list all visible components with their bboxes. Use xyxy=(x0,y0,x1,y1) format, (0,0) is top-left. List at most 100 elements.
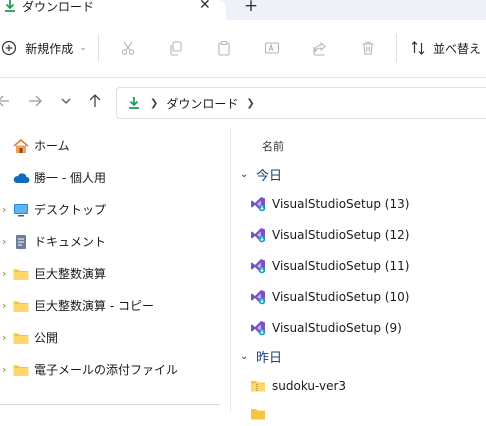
sidebar-item-label: 電子メールの添付ファイル xyxy=(34,363,179,377)
home-icon xyxy=(12,138,30,154)
list-item[interactable]: VisualStudioSetup (12) xyxy=(248,223,486,247)
cut-icon xyxy=(121,41,135,55)
file-list: 名前 ⌄ 今日 VisualStudioSetup (13) VisualStu… xyxy=(232,128,486,420)
breadcrumb-chevron-icon[interactable]: ❯ xyxy=(246,98,254,109)
visual-studio-installer-icon xyxy=(251,228,266,243)
list-item[interactable]: VisualStudioSetup (11) xyxy=(248,254,486,278)
sort-icon xyxy=(411,41,425,55)
copy-button[interactable] xyxy=(164,20,188,76)
chevron-right-icon[interactable]: › xyxy=(2,226,12,258)
sidebar-item-folder[interactable]: › 電子メールの添付ファイル xyxy=(0,354,228,386)
document-icon xyxy=(12,234,30,250)
download-icon xyxy=(126,95,142,111)
up-button[interactable] xyxy=(88,94,102,112)
list-item[interactable]: VisualStudioSetup (10) xyxy=(248,285,486,309)
sort-label: 並べ替え xyxy=(433,41,482,56)
sidebar-item-documents[interactable]: › ドキュメント xyxy=(0,226,228,258)
chevron-down-icon xyxy=(61,98,71,104)
group-header-today[interactable]: ⌄ 今日 xyxy=(240,163,282,185)
sidebar-item-label: ホーム xyxy=(34,139,70,153)
sidebar-item-home[interactable]: ホーム xyxy=(0,130,228,162)
chevron-down-icon: ⌄ xyxy=(240,350,249,362)
group-label: 今日 xyxy=(256,168,283,184)
address-bar[interactable]: ❯ ダウンロード ❯ xyxy=(116,87,486,119)
paste-button[interactable] xyxy=(212,20,236,76)
sidebar-item-folder[interactable]: › 巨大整数演算 xyxy=(0,258,228,290)
list-item[interactable]: VisualStudioSetup (9) xyxy=(248,316,486,340)
rename-icon xyxy=(264,42,280,54)
sidebar-item-label: 巨大整数演算 - コピー xyxy=(34,299,154,313)
folder-icon xyxy=(12,362,30,378)
cut-button[interactable] xyxy=(116,20,140,76)
chevron-down-icon: ⌄ xyxy=(240,168,249,180)
tab-close-icon[interactable]: ✕ xyxy=(199,0,211,12)
folder-icon xyxy=(12,298,30,314)
sidebar-item-folder[interactable]: › 公開 xyxy=(0,322,228,354)
tab-title: ダウンロード xyxy=(22,0,95,14)
sidebar-item-onedrive[interactable]: 勝一 - 個人用 xyxy=(0,162,228,194)
folder-icon xyxy=(12,330,30,346)
breadcrumb-chevron-icon[interactable]: ❯ xyxy=(150,98,158,109)
group-label: 昨日 xyxy=(256,350,283,366)
rename-button[interactable] xyxy=(260,20,284,76)
list-item[interactable]: VisualStudioSetup (13) xyxy=(248,192,486,216)
list-item[interactable]: sudoku-ver3 xyxy=(248,374,486,398)
tab-bar: ダウンロード ✕ + xyxy=(0,0,486,20)
pane-divider[interactable] xyxy=(230,128,231,412)
sidebar-item-label: 公開 xyxy=(34,331,59,345)
cloud-icon xyxy=(12,170,30,186)
list-item[interactable] xyxy=(248,402,486,426)
download-icon xyxy=(2,0,18,17)
toolbar-divider xyxy=(98,34,99,62)
sidebar-item-folder[interactable]: › 巨大整数演算 - コピー xyxy=(0,290,228,322)
plus-circle-icon xyxy=(2,40,17,56)
toolbar-divider xyxy=(396,34,397,62)
chevron-down-icon: ⌄ xyxy=(79,43,87,53)
trash-icon xyxy=(362,41,374,55)
copy-icon xyxy=(170,41,182,56)
chevron-right-icon[interactable]: › xyxy=(2,258,12,290)
chevron-right-icon[interactable]: › xyxy=(2,322,12,354)
sidebar-divider xyxy=(0,404,220,405)
arrow-up-icon xyxy=(89,94,101,107)
sidebar-item-label: デスクトップ xyxy=(34,203,107,217)
address-row: ❯ ダウンロード ❯ xyxy=(0,78,486,126)
chevron-right-icon[interactable]: › xyxy=(2,354,12,386)
navigation-pane: ホーム 勝一 - 個人用 › デスクトップ › ドキュメント › 巨大整数演算 … xyxy=(0,128,228,412)
arrow-right-icon xyxy=(29,95,42,107)
new-button[interactable]: 新規作成 ⌄ xyxy=(0,20,92,76)
sidebar-item-label: ドキュメント xyxy=(34,235,107,249)
visual-studio-installer-icon xyxy=(251,321,266,336)
chevron-right-icon[interactable]: › xyxy=(2,290,12,322)
sidebar-item-label: 巨大整数演算 xyxy=(34,267,107,281)
zip-folder-icon xyxy=(251,381,265,392)
sidebar-item-desktop[interactable]: › デスクトップ xyxy=(0,194,228,226)
folder-icon xyxy=(12,266,30,282)
recent-locations-button[interactable] xyxy=(60,94,72,112)
visual-studio-installer-icon xyxy=(251,197,266,212)
breadcrumb-downloads[interactable]: ダウンロード xyxy=(166,95,238,112)
delete-button[interactable] xyxy=(356,20,380,76)
visual-studio-installer-icon xyxy=(251,290,266,305)
column-header-name[interactable]: 名前 xyxy=(262,138,284,154)
back-button[interactable] xyxy=(0,94,10,112)
share-icon xyxy=(313,41,326,56)
sort-button[interactable]: 並べ替え xyxy=(410,20,486,76)
file-name: sudoku-ver3 xyxy=(272,379,347,393)
tab-downloads[interactable]: ダウンロード ✕ xyxy=(0,0,226,20)
paste-icon xyxy=(218,40,230,56)
sidebar-item-label: 勝一 - 個人用 xyxy=(34,171,106,185)
folder-icon xyxy=(251,409,265,420)
file-name: VisualStudioSetup (12) xyxy=(272,228,410,242)
command-bar: 新規作成 ⌄ 並べ替え xyxy=(0,20,486,78)
file-name: VisualStudioSetup (9) xyxy=(272,321,402,335)
new-button-label: 新規作成 xyxy=(25,41,74,56)
forward-button[interactable] xyxy=(28,94,42,112)
file-name: VisualStudioSetup (13) xyxy=(272,197,410,211)
group-header-yesterday[interactable]: ⌄ 昨日 xyxy=(240,345,282,367)
new-tab-button[interactable]: + xyxy=(240,0,262,15)
visual-studio-installer-icon xyxy=(251,259,266,274)
chevron-right-icon[interactable]: › xyxy=(2,194,12,226)
share-button[interactable] xyxy=(308,20,332,76)
file-name: VisualStudioSetup (11) xyxy=(272,259,410,273)
